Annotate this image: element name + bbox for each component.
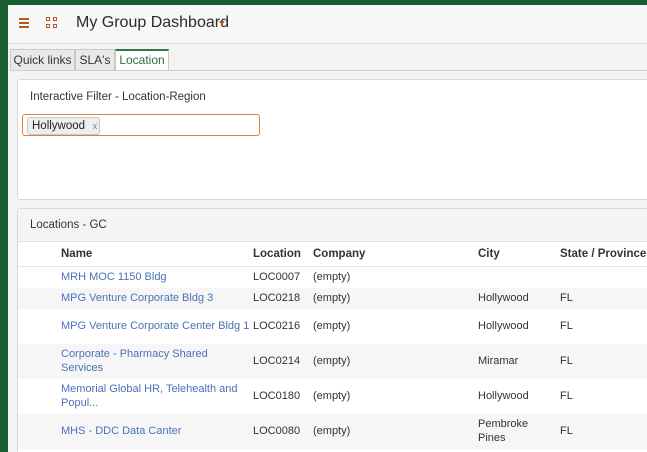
location-cell: LOC0218 — [250, 287, 310, 309]
location-cell: LOC0080 — [250, 413, 310, 449]
tab-divider — [10, 70, 647, 71]
location-region-filter-input[interactable]: Hollywood x — [22, 114, 260, 136]
city-cell: Hollywood — [478, 320, 529, 332]
city-cell: Pembroke Pines — [475, 413, 557, 449]
locations-panel-header — [18, 209, 647, 242]
company-cell: (empty) — [310, 413, 475, 449]
company-cell: (empty) — [313, 390, 351, 402]
table-row: MPG Venture Corporate Bldg 3 LOC0218 (em… — [18, 287, 647, 309]
company-cell: (empty) — [310, 287, 475, 309]
dashboard-header: My Group Dashboard — [8, 5, 647, 44]
location-name-link[interactable]: MPG Venture Corporate Center Bldg 1 — [61, 320, 249, 332]
location-name-link[interactable]: Memorial Global HR, Telehealth and Popul… — [61, 383, 238, 409]
name-cell: MHS - DDC Data Canter — [58, 413, 250, 449]
tab-quick-links[interactable]: Quick links — [10, 49, 75, 70]
state-cell: FL — [560, 320, 573, 332]
tab-slas[interactable]: SLA's — [75, 49, 115, 70]
location-name-link[interactable]: MHS - DDC Data Canter — [61, 425, 181, 437]
column-header-state-province[interactable]: State / Province — [557, 242, 647, 267]
table-row: MPG Venture Corporate Center Bldg 1 LOC0… — [18, 309, 647, 344]
company-cell: (empty) — [313, 320, 351, 332]
locations-panel: Locations - GC Name Location Company Cit… — [17, 208, 647, 452]
filter-chip-hollywood: Hollywood x — [27, 117, 101, 135]
tab-location[interactable]: Location — [115, 49, 169, 71]
select-column-header — [18, 242, 58, 267]
city-cell: Hollywood — [475, 287, 557, 309]
app-window: My Group Dashboard Quick links SLA's Loc… — [8, 5, 647, 452]
company-cell: (empty) — [310, 343, 475, 379]
location-cell: LOC0180 — [253, 390, 301, 402]
location-name-link[interactable]: Corporate - Pharmacy Shared Services — [61, 348, 208, 374]
column-header-city[interactable]: City — [475, 242, 557, 267]
table-row: MRH MOC 1150 Bldg LOC0007 (empty) — [18, 267, 647, 288]
grid-icon[interactable] — [46, 17, 59, 30]
state-cell: FL — [557, 413, 647, 449]
filter-panel-title: Interactive Filter - Location-Region — [30, 91, 206, 103]
location-cell: LOC0007 — [253, 271, 301, 284]
table-row: MHS - DDC Data Canter LOC0080 (empty) Pe… — [18, 413, 647, 449]
state-cell — [557, 267, 647, 288]
city-cell: Miramar — [475, 343, 557, 379]
table-row: Memorial Global HR, Telehealth and Popul… — [18, 379, 647, 414]
state-cell: FL — [557, 287, 647, 309]
city-cell — [475, 267, 557, 288]
column-header-name[interactable]: Name — [58, 242, 250, 267]
company-cell: (empty) — [313, 271, 351, 284]
city-cell: Hollywood — [478, 390, 529, 402]
table-header-row: Name Location Company City State / Provi… — [18, 242, 647, 267]
location-name-link[interactable]: MRH MOC 1150 Bldg — [61, 271, 167, 283]
name-cell: Memorial Global HR, Telehealth and Popul… — [58, 379, 250, 414]
location-name-link[interactable]: MPG Venture Corporate Bldg 3 — [61, 292, 213, 304]
column-header-company[interactable]: Company — [310, 242, 475, 267]
state-cell: FL — [560, 390, 573, 402]
name-cell: MPG Venture Corporate Bldg 3 — [58, 287, 250, 309]
name-cell: MPG Venture Corporate Center Bldg 1 — [58, 309, 250, 344]
caret-down-icon[interactable] — [219, 21, 225, 25]
column-header-location[interactable]: Location — [250, 242, 310, 267]
remove-chip-icon[interactable]: x — [93, 120, 98, 132]
locations-panel-title: Locations - GC — [30, 219, 107, 231]
name-cell: MRH MOC 1150 Bldg — [58, 267, 250, 288]
locations-table: Name Location Company City State / Provi… — [18, 242, 647, 449]
table-row: Corporate - Pharmacy Shared Services LOC… — [18, 343, 647, 379]
location-cell: LOC0214 — [250, 343, 310, 379]
location-cell: LOC0216 — [253, 320, 301, 332]
name-cell: Corporate - Pharmacy Shared Services — [58, 343, 250, 379]
interactive-filter-panel: Interactive Filter - Location-Region Hol… — [17, 79, 647, 200]
filter-chip-label: Hollywood — [32, 120, 86, 132]
hamburger-menu-icon[interactable] — [18, 16, 31, 30]
state-cell: FL — [557, 343, 647, 379]
dashboard-title: My Group Dashboard — [76, 14, 229, 31]
